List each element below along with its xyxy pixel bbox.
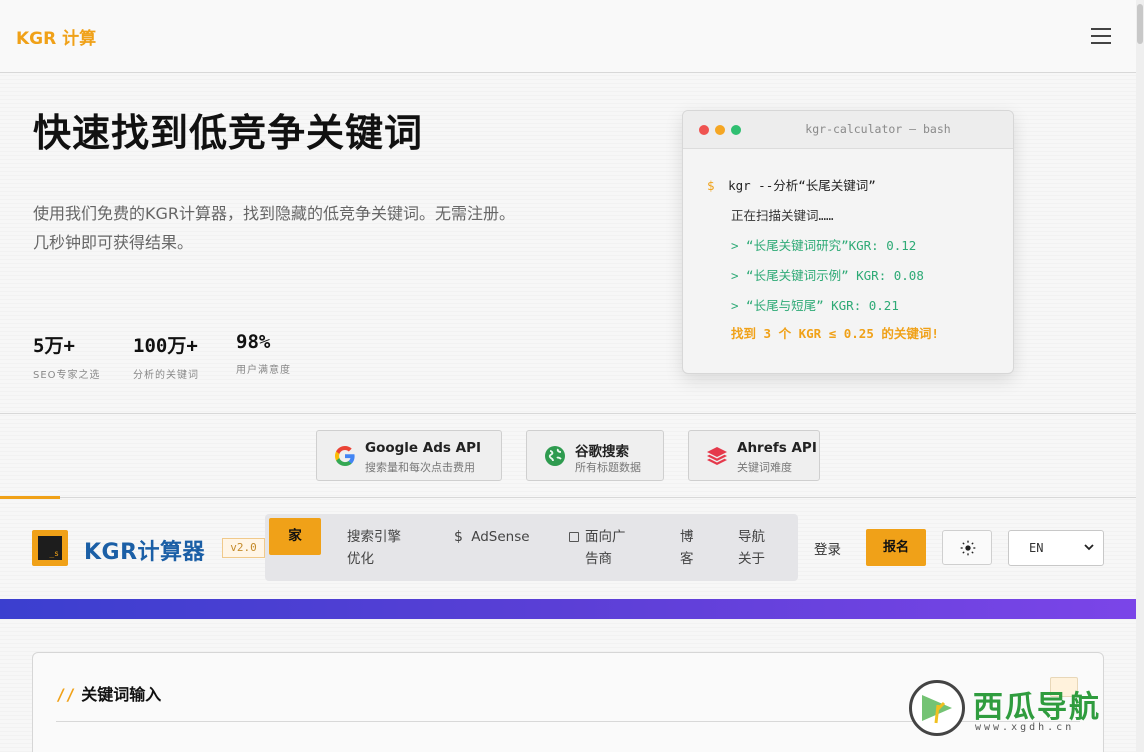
- gradient-banner: [0, 599, 1136, 619]
- terminal-result: > “长尾关键词研究”KGR: 0.12: [731, 238, 917, 253]
- layers-icon: [707, 447, 727, 465]
- language-select[interactable]: EN: [1008, 530, 1104, 566]
- api-card-title: Google Ads API: [365, 440, 481, 456]
- stat-keywords: 100万+ 分析的关键词: [133, 331, 199, 381]
- version-badge: v2.0: [222, 538, 265, 558]
- theme-toggle-button[interactable]: [942, 530, 992, 565]
- globe-icon: [545, 446, 565, 466]
- terminal-titlebar: kgr-calculator — bash: [683, 111, 1013, 149]
- scrollbar[interactable]: [1136, 0, 1144, 752]
- signup-button[interactable]: 报名: [866, 529, 926, 566]
- terminal-prompt: $: [707, 178, 715, 193]
- calendar-icon: [569, 532, 579, 542]
- stat-label: SEO专家之选: [33, 370, 101, 381]
- hero-description: 使用我们免费的KGR计算器，找到隐藏的低竞争关键词。无需注册。几秒钟即可获得结果…: [33, 204, 516, 252]
- api-card-title: Ahrefs API: [737, 440, 817, 456]
- nav-advertisers[interactable]: 面向广 告商: [569, 526, 626, 570]
- app-logo-icon[interactable]: _s: [32, 530, 68, 566]
- terminal-scanning: 正在扫描关键词……: [731, 208, 834, 223]
- section-divider: [0, 497, 1136, 498]
- stat-label: 分析的关键词: [133, 370, 199, 381]
- main-nav: [265, 514, 798, 581]
- nav-seo[interactable]: 搜索引擎 优化: [347, 526, 401, 570]
- panel-title: //关键词输入: [56, 685, 162, 704]
- terminal-window: kgr-calculator — bash $ kgr --分析“长尾关键词” …: [682, 110, 1014, 374]
- api-card-subtitle: 关键词难度: [737, 461, 792, 474]
- nav-home[interactable]: 家: [269, 518, 321, 555]
- api-card-title: 谷歌搜索: [575, 444, 629, 460]
- watermark-logo-icon: [909, 680, 965, 736]
- api-card-google-search[interactable]: 谷歌搜索 所有标题数据: [526, 430, 664, 481]
- terminal-title: kgr-calculator — bash: [805, 122, 951, 136]
- dollar-icon: $: [454, 529, 463, 545]
- scrollbar-thumb[interactable]: [1137, 4, 1143, 44]
- terminal-result: > “长尾关键词示例” KGR: 0.08: [731, 268, 924, 283]
- stat-label: 用户满意度: [236, 365, 291, 376]
- chevron-down-icon: [1084, 544, 1094, 551]
- terminal-command: kgr --分析“长尾关键词”: [728, 178, 876, 193]
- watermark-text: 西瓜导航: [973, 690, 1101, 725]
- api-card-ahrefs[interactable]: Ahrefs API 关键词难度: [688, 430, 820, 481]
- nav-blog[interactable]: 博 客: [680, 526, 694, 570]
- google-icon: [335, 446, 355, 466]
- active-tab-indicator: [0, 496, 60, 499]
- site-logo[interactable]: KGR 计算: [16, 24, 96, 49]
- terminal-result: > “长尾与短尾” KGR: 0.21: [731, 298, 899, 313]
- stat-satisfaction: 98% 用户满意度: [236, 331, 291, 376]
- language-value: EN: [1029, 541, 1044, 555]
- menu-icon[interactable]: [1091, 28, 1111, 44]
- terminal-summary: 找到 3 个 KGR ≤ 0.25 的关键词!: [731, 326, 939, 341]
- top-header: KGR 计算: [0, 0, 1136, 73]
- watermark-url: www.xgdh.cn: [975, 722, 1075, 733]
- api-card-subtitle: 所有标题数据: [575, 461, 641, 474]
- stat-value: 98%: [236, 331, 271, 353]
- stat-experts: 5万+ SEO专家之选: [33, 331, 101, 381]
- hero-title: 快速找到低竞争关键词: [33, 111, 424, 155]
- api-card-subtitle: 搜索量和每次点击费用: [365, 461, 475, 474]
- nav-adsense[interactable]: $ AdSense: [454, 526, 530, 548]
- sun-icon: [960, 540, 976, 556]
- api-card-google-ads[interactable]: Google Ads API 搜索量和每次点击费用: [316, 430, 502, 481]
- login-link[interactable]: 登录: [814, 538, 841, 558]
- app-title[interactable]: KGR计算器: [84, 534, 205, 566]
- nav-about[interactable]: 导航 关于: [738, 526, 765, 570]
- stat-value: 5万+: [33, 335, 75, 357]
- panel-title-prefix: //: [56, 685, 76, 704]
- stat-value: 100万+: [133, 335, 198, 357]
- section-divider: [0, 413, 1136, 414]
